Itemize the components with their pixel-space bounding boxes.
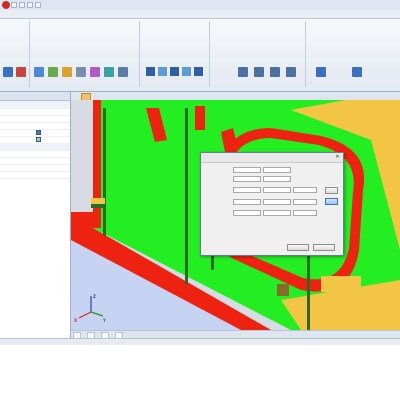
ribbon-button[interactable] xyxy=(286,67,297,87)
color-swatch[interactable] xyxy=(36,137,41,142)
fit-icon xyxy=(104,67,114,77)
cancel-button[interactable] xyxy=(313,244,335,251)
close-icon[interactable]: ✕ xyxy=(334,154,341,161)
ribbon-button[interactable] xyxy=(16,67,27,87)
layers-icon xyxy=(3,67,13,77)
ribbon-button[interactable] xyxy=(104,67,115,87)
tool-icon xyxy=(316,67,326,77)
dialog-field[interactable] xyxy=(233,199,261,205)
cut-icon xyxy=(16,67,26,77)
bracket xyxy=(321,276,361,292)
dialog-field[interactable] xyxy=(293,199,317,205)
dialog-field[interactable] xyxy=(263,210,291,216)
parameter-dialog: ✕ xyxy=(200,152,344,256)
save-icon[interactable] xyxy=(27,2,33,8)
distance-icon xyxy=(254,67,264,77)
angle-icon xyxy=(270,67,280,77)
properties-panel xyxy=(0,92,71,338)
stiffener xyxy=(185,108,188,284)
ribbon-group-draw xyxy=(140,21,210,87)
ribbon-button[interactable] xyxy=(34,67,45,87)
ribbon-button[interactable] xyxy=(254,67,265,87)
bracket xyxy=(91,204,105,208)
ribbon-group-tools xyxy=(306,21,400,87)
ribbon-button[interactable] xyxy=(76,67,87,87)
dialog-field[interactable] xyxy=(293,210,317,216)
arc-icon[interactable] xyxy=(170,67,179,76)
pan-icon xyxy=(76,67,86,77)
quick-access-toolbar xyxy=(11,2,41,8)
new-file-icon[interactable] xyxy=(11,2,17,8)
properties-panel-header xyxy=(0,92,70,101)
ribbon-button[interactable] xyxy=(238,67,249,87)
pick-button[interactable] xyxy=(325,198,338,205)
ok-button[interactable] xyxy=(287,244,309,251)
ribbon-group-file xyxy=(0,21,30,87)
ribbon-group-view xyxy=(30,21,140,87)
browse-button[interactable] xyxy=(325,187,338,194)
ribbon-button[interactable] xyxy=(62,67,73,87)
open-file-icon[interactable] xyxy=(19,2,25,8)
undo-icon[interactable] xyxy=(35,2,41,8)
stiffener xyxy=(103,108,106,236)
ribbon-button[interactable] xyxy=(90,67,101,87)
x-axis-label: X xyxy=(74,318,77,323)
ribbon-button[interactable] xyxy=(118,67,129,87)
ribbon-button[interactable] xyxy=(48,67,59,87)
view-icon xyxy=(48,67,58,77)
offset-icon[interactable] xyxy=(194,67,203,76)
select-icon xyxy=(34,67,44,77)
polyline-icon[interactable] xyxy=(182,67,191,76)
dialog-title-bar: ✕ xyxy=(201,153,343,163)
dialog-field[interactable] xyxy=(263,167,291,173)
app-logo-icon[interactable] xyxy=(2,1,10,9)
plate-edge xyxy=(93,100,101,228)
rotate-icon xyxy=(90,67,100,77)
z-axis-label: Z xyxy=(93,294,96,299)
dialog-field[interactable] xyxy=(233,176,261,182)
ribbon-button[interactable] xyxy=(3,67,14,87)
property-row[interactable] xyxy=(0,171,70,179)
page-margin xyxy=(0,345,400,400)
area-icon xyxy=(286,67,296,77)
stiffener-edge xyxy=(195,106,205,130)
dialog-field[interactable] xyxy=(233,187,261,193)
dialog-field[interactable] xyxy=(233,167,261,173)
ribbon-group-measure xyxy=(210,21,306,87)
ribbon-button[interactable] xyxy=(316,67,327,87)
dialog-field[interactable] xyxy=(293,187,317,193)
ribbon-button[interactable] xyxy=(352,67,363,87)
y-axis-label: Y xyxy=(102,318,106,323)
ribbon-toolbar xyxy=(0,19,400,92)
color-swatch[interactable] xyxy=(36,130,41,135)
zoom-icon xyxy=(62,67,72,77)
dialog-field[interactable] xyxy=(233,210,261,216)
line-icon[interactable] xyxy=(146,67,155,76)
bracket xyxy=(277,284,289,296)
dialog-field[interactable] xyxy=(263,199,291,205)
dialog-field[interactable] xyxy=(263,187,291,193)
curve-icon[interactable] xyxy=(158,67,167,76)
ribbon-button[interactable] xyxy=(270,67,281,87)
dialog-field[interactable] xyxy=(263,176,291,182)
measure-icon xyxy=(238,67,248,77)
shade-icon xyxy=(118,67,128,77)
report-icon xyxy=(352,67,362,77)
ribbon-tab-bar xyxy=(0,10,400,19)
